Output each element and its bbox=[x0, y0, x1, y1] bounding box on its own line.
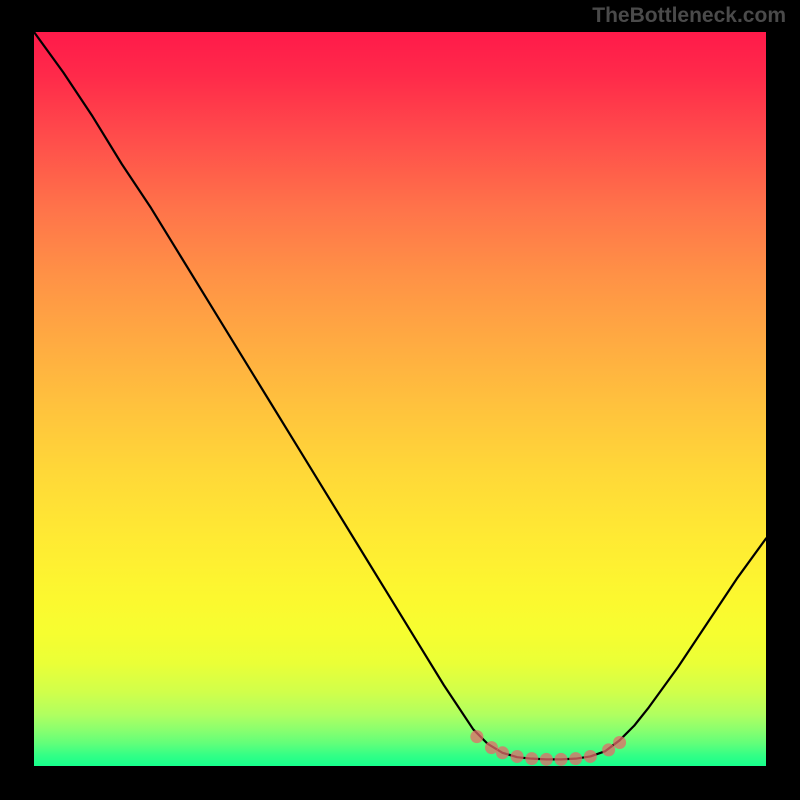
watermark-text: TheBottleneck.com bbox=[592, 4, 786, 28]
chart-marker bbox=[525, 752, 538, 765]
chart-marker bbox=[569, 752, 582, 765]
chart-marker bbox=[584, 750, 597, 763]
chart-svg bbox=[34, 32, 766, 766]
chart-marker bbox=[540, 753, 553, 766]
chart-marker bbox=[511, 750, 524, 763]
chart-marker bbox=[555, 753, 568, 766]
chart-marker bbox=[470, 730, 483, 743]
chart-curve bbox=[34, 32, 766, 759]
chart-marker bbox=[613, 736, 626, 749]
chart-plot-area bbox=[34, 32, 766, 766]
chart-marker bbox=[496, 746, 509, 759]
chart-marker bbox=[602, 743, 615, 756]
